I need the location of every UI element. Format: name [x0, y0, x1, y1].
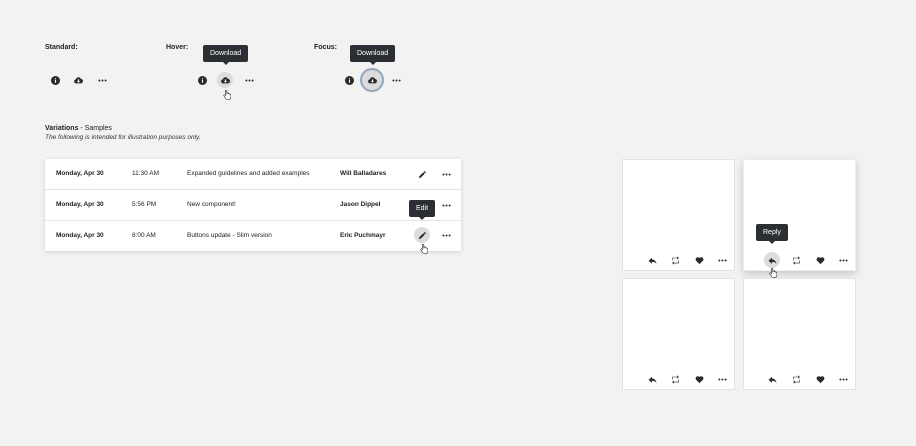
more-horizontal-icon	[718, 256, 727, 265]
more-button[interactable]	[714, 371, 730, 387]
row-description: Expanded guidelines and added examples	[187, 170, 310, 177]
table-row: Monday, Apr 30 8:00 AM Buttons update - …	[45, 221, 461, 251]
info-icon	[51, 76, 60, 85]
reply-button[interactable]	[644, 252, 660, 268]
hand-pointer-icon	[223, 87, 231, 97]
retweet-icon	[792, 375, 801, 384]
reply-button[interactable]	[644, 371, 660, 387]
retweet-icon	[671, 256, 680, 265]
row-date: Monday, Apr 30	[56, 232, 104, 239]
row-date: Monday, Apr 30	[56, 170, 104, 177]
heart-icon	[695, 375, 704, 384]
more-horizontal-icon	[98, 76, 107, 85]
heart-icon	[695, 256, 704, 265]
more-button-focus-state[interactable]	[388, 72, 404, 88]
retweet-icon	[671, 375, 680, 384]
changelog-table: Monday, Apr 30 11:30 AM Expanded guideli…	[45, 159, 461, 251]
retweet-button[interactable]	[788, 371, 804, 387]
more-horizontal-icon	[245, 76, 254, 85]
more-button[interactable]	[438, 166, 454, 182]
more-horizontal-icon	[839, 375, 848, 384]
hand-pointer-icon	[420, 241, 428, 251]
table-row: Monday, Apr 30 5:56 PM New component! Ja…	[45, 190, 461, 220]
download-tooltip-focus: Download	[350, 45, 396, 65]
variations-subtitle: The following is intended for illustrati…	[45, 134, 201, 141]
social-card-hover	[743, 159, 856, 271]
reply-icon	[768, 256, 777, 265]
more-button[interactable]	[94, 72, 110, 88]
more-button[interactable]	[438, 197, 454, 213]
download-tooltip-hover: Download	[203, 45, 249, 65]
table-row: Monday, Apr 30 11:30 AM Expanded guideli…	[45, 159, 461, 189]
retweet-button[interactable]	[667, 252, 683, 268]
edit-tooltip: Edit	[409, 200, 436, 220]
variations-title: Variations	[45, 125, 79, 132]
cloud-download-icon	[74, 76, 83, 85]
variations-header: Variations - Samples The following is in…	[45, 125, 201, 141]
more-button[interactable]	[714, 252, 730, 268]
variations-title-suffix: - Samples	[78, 125, 112, 132]
heart-icon	[816, 375, 825, 384]
info-button-focus-state[interactable]	[341, 72, 357, 88]
social-card	[622, 159, 735, 271]
reply-icon	[648, 256, 657, 265]
standard-label: Standard:	[45, 44, 78, 51]
row-author: Will Balladares	[340, 170, 387, 177]
row-time: 5:56 PM	[132, 201, 157, 208]
retweet-button[interactable]	[788, 252, 804, 268]
more-horizontal-icon	[442, 231, 451, 240]
info-button[interactable]	[47, 72, 63, 88]
more-button-hover-state[interactable]	[241, 72, 257, 88]
row-author: Jason Dippel	[340, 201, 381, 208]
reply-icon	[768, 375, 777, 384]
row-author: Eric Puchmayr	[340, 232, 386, 239]
reply-icon	[648, 375, 657, 384]
download-button-focus-state[interactable]	[362, 70, 382, 90]
info-icon	[198, 76, 207, 85]
like-button[interactable]	[812, 252, 828, 268]
focus-label: Focus:	[314, 44, 337, 51]
hand-pointer-icon	[769, 265, 777, 275]
info-icon	[345, 76, 354, 85]
more-button[interactable]	[835, 371, 851, 387]
heart-icon	[816, 256, 825, 265]
social-card	[622, 278, 735, 390]
more-button[interactable]	[835, 252, 851, 268]
like-button[interactable]	[691, 371, 707, 387]
row-date: Monday, Apr 30	[56, 201, 104, 208]
more-horizontal-icon	[839, 256, 848, 265]
more-horizontal-icon	[718, 375, 727, 384]
cloud-download-icon	[221, 76, 230, 85]
more-horizontal-icon	[442, 170, 451, 179]
reply-tooltip: Reply	[756, 224, 788, 244]
reply-button[interactable]	[764, 371, 780, 387]
more-button[interactable]	[438, 227, 454, 243]
hover-label: Hover:	[166, 44, 189, 51]
retweet-button[interactable]	[667, 371, 683, 387]
download-button-hover-state[interactable]	[217, 72, 233, 88]
edit-button[interactable]	[414, 166, 430, 182]
retweet-icon	[792, 256, 801, 265]
like-button[interactable]	[812, 371, 828, 387]
more-horizontal-icon	[392, 76, 401, 85]
pencil-icon	[418, 170, 427, 179]
more-horizontal-icon	[442, 201, 451, 210]
row-description: Buttons update - Slim version	[187, 232, 272, 239]
pencil-icon	[418, 231, 427, 240]
cloud-download-icon	[368, 76, 377, 85]
download-button[interactable]	[70, 72, 86, 88]
row-description: New component!	[187, 201, 236, 208]
like-button[interactable]	[691, 252, 707, 268]
row-time: 11:30 AM	[132, 170, 159, 177]
social-card	[743, 278, 856, 390]
info-button-hover-state[interactable]	[194, 72, 210, 88]
row-time: 8:00 AM	[132, 232, 156, 239]
